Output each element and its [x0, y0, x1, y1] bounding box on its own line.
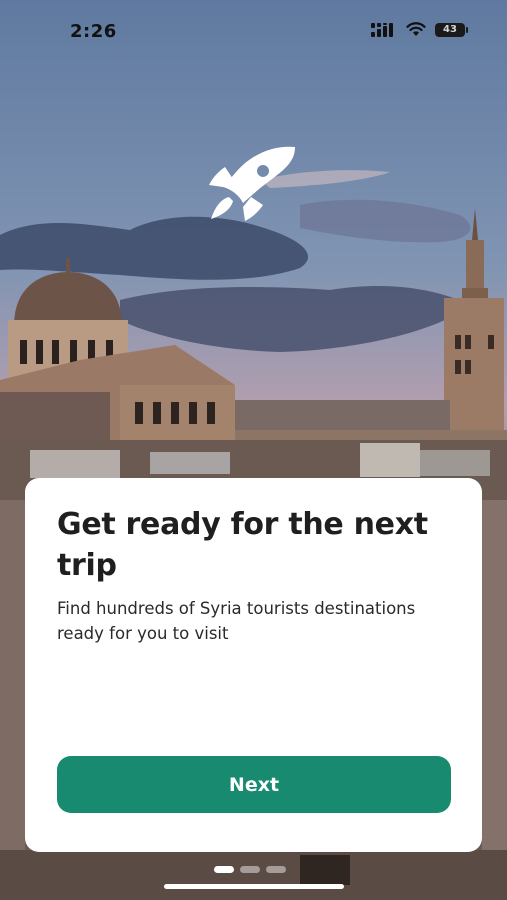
page-indicator — [214, 866, 286, 873]
onboarding-card: Get ready for the next trip Find hundred… — [25, 478, 482, 852]
page-dot-3[interactable] — [266, 866, 286, 873]
next-button[interactable]: Next — [57, 756, 451, 813]
wifi-icon — [406, 22, 426, 36]
page-dot-1[interactable] — [214, 866, 234, 873]
onboarding-description: Find hundreds of Syria tourists destinat… — [57, 599, 416, 643]
cellular-signal-icon — [371, 22, 393, 37]
home-indicator[interactable] — [164, 884, 344, 889]
status-icons: 43 — [371, 22, 468, 37]
battery-icon: 43 — [435, 22, 468, 37]
page-dot-2[interactable] — [240, 866, 260, 873]
rocket-icon — [209, 146, 295, 221]
status-bar: 2:26 43 — [0, 0, 507, 60]
onboarding-screen: 2:26 43 Get ready for the next trip Find… — [0, 0, 507, 900]
status-time: 2:26 — [70, 21, 117, 42]
onboarding-title: Get ready for the next trip — [57, 507, 428, 583]
